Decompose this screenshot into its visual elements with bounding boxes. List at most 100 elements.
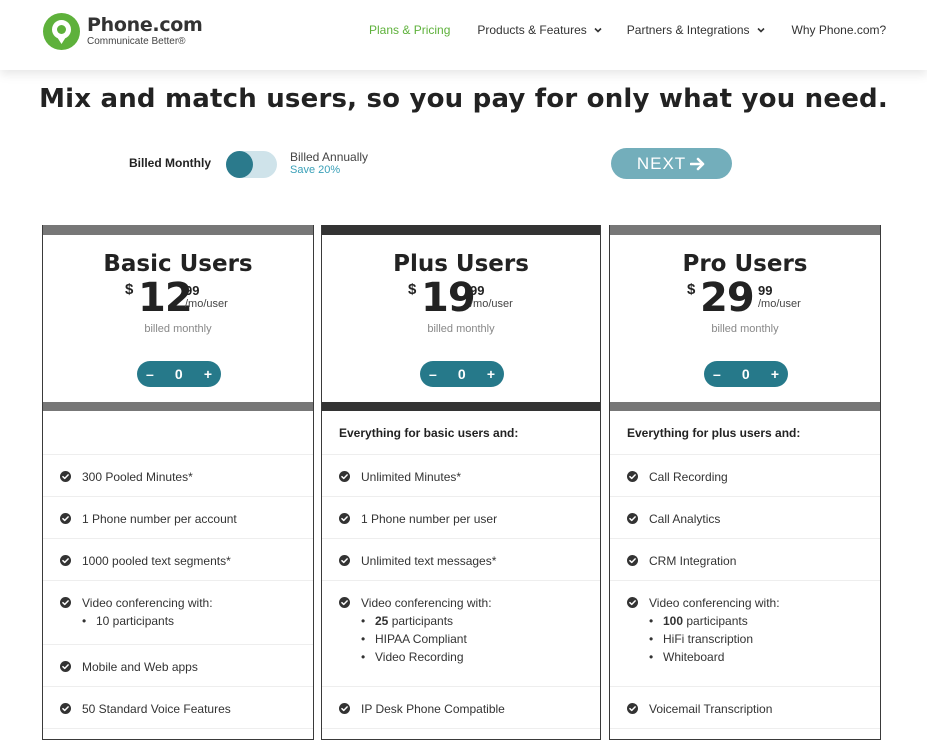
- feature-item: CRM Integration: [610, 539, 880, 581]
- check-circle-icon: [60, 471, 71, 482]
- increment-button[interactable]: +: [487, 366, 495, 382]
- feature-text: 1000 pooled text segments*: [82, 554, 231, 568]
- feature-sublist: 10 participants: [82, 612, 213, 630]
- feature-subitem: HiFi transcription: [649, 630, 780, 648]
- feature-list: Unlimited Minutes* 1 Phone number per use…: [322, 455, 600, 729]
- price-cents: 99: [758, 283, 773, 298]
- check-circle-icon: [627, 555, 638, 566]
- feature-subitem: 100 participants: [649, 612, 780, 630]
- card-divider-bar: [43, 402, 313, 411]
- check-circle-icon: [339, 513, 350, 524]
- feature-item: Voicemail Transcription: [610, 687, 880, 729]
- billing-toggle[interactable]: [226, 151, 277, 178]
- plan-card-plus: Plus Users $ 19 99 /mo/user billed month…: [321, 225, 601, 740]
- card-top-bar: [322, 225, 600, 235]
- feature-subitem: 25 participants: [361, 612, 492, 630]
- feature-subitem-emphasis: 25: [375, 614, 389, 628]
- feature-subitem-text: Video Recording: [375, 650, 464, 664]
- plan-price: $ 19 99 /mo/user: [322, 275, 600, 323]
- save-badge: Save 20%: [290, 164, 341, 177]
- check-circle-icon: [627, 597, 638, 608]
- nav-item-label: Products & Features: [477, 23, 587, 37]
- section-heading: Everything for plus users and:: [610, 411, 880, 455]
- section-heading: [43, 411, 313, 455]
- section-heading: Everything for basic users and:: [322, 411, 600, 455]
- feature-item: Video conferencing with: 25 participants H…: [322, 581, 600, 687]
- check-circle-icon: [627, 471, 638, 482]
- billed-monthly-label[interactable]: Billed Monthly: [129, 156, 211, 170]
- brand-logo[interactable]: Phone.com Communicate Better®: [43, 13, 203, 50]
- price-currency: $: [408, 281, 417, 298]
- increment-button[interactable]: +: [204, 366, 212, 382]
- check-circle-icon: [60, 703, 71, 714]
- feature-text: Video conferencing with:: [649, 596, 780, 610]
- price-whole: 29: [700, 275, 755, 321]
- price-currency: $: [125, 281, 134, 298]
- feature-text: 1 Phone number per account: [82, 512, 237, 526]
- decrement-button[interactable]: –: [146, 366, 154, 382]
- plan-title: Pro Users: [682, 251, 808, 277]
- price-per: /mo/user: [470, 298, 513, 310]
- decrement-button[interactable]: –: [429, 366, 437, 382]
- feature-text: IP Desk Phone Compatible: [361, 702, 505, 716]
- plan-title: Basic Users: [103, 251, 253, 277]
- feature-item: Call Recording: [610, 455, 880, 497]
- quantity-stepper: – 0 +: [704, 361, 788, 387]
- feature-item: Unlimited Minutes*: [322, 455, 600, 497]
- check-circle-icon: [339, 471, 350, 482]
- feature-text: Unlimited text messages*: [361, 554, 497, 568]
- quantity-stepper: – 0 +: [420, 361, 504, 387]
- increment-button[interactable]: +: [771, 366, 779, 382]
- feature-item: Mobile and Web apps: [43, 645, 313, 687]
- price-currency: $: [687, 281, 696, 298]
- price-per: /mo/user: [758, 298, 801, 310]
- arrow-right-icon: [690, 157, 705, 170]
- chevron-down-icon: [756, 27, 765, 33]
- price-cents: 99: [185, 283, 200, 298]
- feature-subitem: Video Recording: [361, 648, 492, 666]
- feature-text: 50 Standard Voice Features: [82, 702, 231, 716]
- nav-partners-integrations[interactable]: Partners & Integrations: [627, 23, 766, 37]
- feature-text: Call Recording: [649, 470, 728, 484]
- plan-card-basic: Basic Users $ 12 99 /mo/user billed mont…: [42, 225, 314, 740]
- feature-item: IP Desk Phone Compatible: [322, 687, 600, 729]
- nav-item-label: Why Phone.com?: [791, 23, 887, 37]
- nav-plans-pricing[interactable]: Plans & Pricing: [369, 23, 450, 37]
- check-circle-icon: [339, 597, 350, 608]
- card-divider-bar: [610, 402, 880, 411]
- price-whole: 19: [421, 275, 476, 321]
- feature-subitem: Whiteboard: [649, 648, 780, 666]
- billed-annually-option[interactable]: Billed Annually Save 20%: [290, 150, 369, 177]
- check-circle-icon: [627, 703, 638, 714]
- feature-subitem-text: participants: [388, 614, 454, 628]
- price-per: /mo/user: [185, 298, 228, 310]
- next-button-label: NEXT: [636, 153, 687, 173]
- feature-list: Call Recording Call Analytics CRM Integrat…: [610, 455, 880, 729]
- feature-item: Call Analytics: [610, 497, 880, 539]
- nav-products-features[interactable]: Products & Features: [477, 23, 602, 37]
- next-button[interactable]: NEXT: [611, 148, 732, 179]
- feature-subitem: 10 participants: [82, 612, 213, 630]
- quantity-value[interactable]: 0: [175, 366, 183, 382]
- phone-com-logo-icon: [43, 13, 80, 50]
- nav-why-phone-com[interactable]: Why Phone.com?: [792, 23, 887, 37]
- feature-item: Video conferencing with: 10 participants: [43, 581, 313, 645]
- feature-sublist: 100 participants HiFi transcription Whiteb…: [649, 612, 780, 666]
- toggle-knob: [226, 151, 253, 178]
- plan-price: $ 29 99 /mo/user: [610, 275, 880, 323]
- card-divider-bar: [322, 402, 600, 411]
- feature-item: 1000 pooled text segments*: [43, 539, 313, 581]
- check-circle-icon: [339, 703, 350, 714]
- card-top-bar: [43, 225, 313, 235]
- site-header: Phone.com Communicate Better® Plans & Pr…: [0, 0, 927, 70]
- billed-annually-label: Billed Annually: [290, 150, 369, 164]
- feature-subitem-text: Whiteboard: [663, 650, 725, 664]
- check-circle-icon: [627, 513, 638, 524]
- feature-text: Unlimited Minutes*: [361, 470, 462, 484]
- price-cents: 99: [470, 283, 485, 298]
- quantity-value[interactable]: 0: [458, 366, 466, 382]
- check-circle-icon: [60, 597, 71, 608]
- feature-subitem-text: HIPAA Compliant: [375, 632, 467, 646]
- quantity-value[interactable]: 0: [742, 366, 750, 382]
- decrement-button[interactable]: –: [713, 366, 721, 382]
